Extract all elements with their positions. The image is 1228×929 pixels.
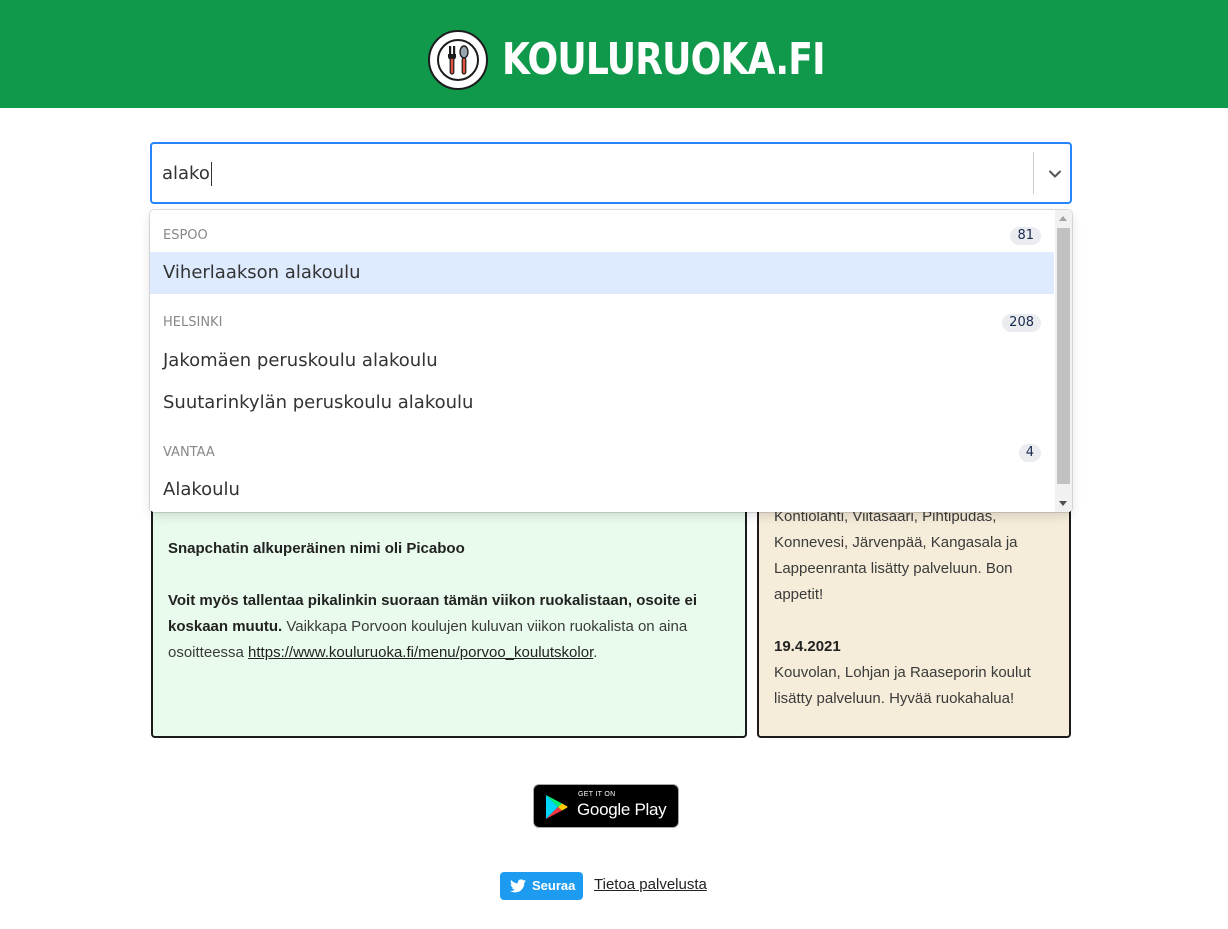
menu-link[interactable]: https://www.kouluruoka.fi/menu/porvoo_ko… (248, 644, 593, 661)
twitter-bird-icon (510, 879, 526, 893)
site-name: KOULURUOKA.FI (502, 34, 826, 85)
count-badge: 81 (1010, 227, 1041, 245)
school-search-select[interactable]: alako (150, 142, 1072, 204)
group-heading-espoo: ESPOO 81 (150, 223, 1054, 249)
fork-spoon-icon (428, 30, 488, 90)
news-item-date: 19.4.2021 (774, 638, 841, 655)
news-item-text: Kouvolan, Lohjan ja Raaseporin koulut li… (774, 664, 1031, 707)
group-label: HELSINKI (163, 315, 223, 330)
text-caret (210, 162, 212, 186)
search-results-menu[interactable]: ESPOO 81 Viherlaakson alakoulu HELSINKI … (150, 210, 1072, 512)
option-viherlaakson-alakoulu[interactable]: Viherlaakson alakoulu (150, 252, 1054, 294)
indicator-separator (1033, 152, 1034, 194)
site-logo[interactable]: KOULURUOKA.FI (428, 28, 896, 92)
option-jakomaen-peruskoulu-alakoulu[interactable]: Jakomäen peruskoulu alakoulu (150, 340, 1054, 382)
google-play-badge[interactable]: GET IT ON Google Play (533, 784, 679, 828)
count-badge: 4 (1018, 444, 1041, 462)
chevron-down-icon[interactable] (1045, 164, 1065, 184)
about-service-link[interactable]: Tietoa palvelusta (594, 876, 707, 893)
option-suutarinkylan-peruskoulu-alakoulu[interactable]: Suutarinkylän peruskoulu alakoulu (150, 382, 1054, 424)
google-play-small-text: GET IT ON (578, 791, 616, 798)
scrollbar-thumb[interactable] (1057, 228, 1070, 484)
search-input[interactable]: alako (162, 162, 212, 186)
option-alakoulu[interactable]: Alakoulu (150, 469, 1054, 511)
group-heading-vantaa: VANTAA 4 (150, 440, 1054, 466)
google-play-icon (546, 795, 568, 819)
news-item-text: Kontiolahti, Viitasaari, Pihtipudas, Kon… (774, 508, 1018, 603)
scroll-up-icon[interactable] (1059, 216, 1067, 221)
search-input-value: alako (162, 163, 210, 184)
group-label: ESPOO (163, 228, 208, 243)
count-badge: 208 (1002, 314, 1041, 332)
google-play-big-text: Google Play (577, 800, 667, 819)
scroll-down-icon[interactable] (1059, 501, 1067, 506)
group-label: VANTAA (163, 445, 215, 460)
fact-text: Snapchatin alkuperäinen nimi oli Picaboo (168, 540, 465, 557)
twitter-follow-button[interactable]: Seuraa (500, 872, 583, 900)
group-heading-helsinki: HELSINKI 208 (150, 310, 1054, 336)
tip-end: . (593, 644, 598, 661)
twitter-follow-label: Seuraa (532, 878, 576, 893)
site-header: KOULURUOKA.FI (0, 0, 1228, 108)
menu-scrollbar[interactable] (1055, 210, 1072, 512)
